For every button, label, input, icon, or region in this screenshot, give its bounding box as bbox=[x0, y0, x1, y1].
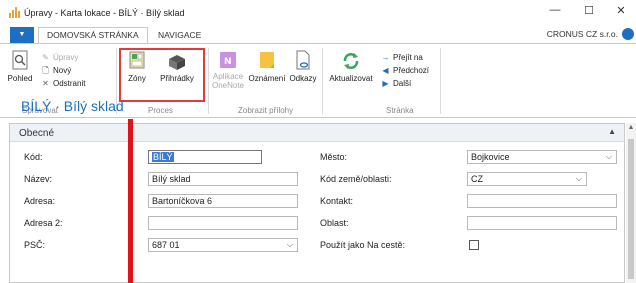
fasttab-header[interactable]: Obecné ▲ bbox=[10, 124, 624, 142]
tab-home[interactable]: DOMOVSKÁ STRÁNKA bbox=[38, 27, 148, 43]
pencil-icon: ✎ bbox=[42, 53, 49, 62]
group-label-page: Stránka bbox=[386, 106, 414, 115]
notes-button[interactable]: Oznámení bbox=[248, 50, 286, 83]
postcode-value: 687 01 bbox=[152, 240, 180, 250]
group-label-process: Proces bbox=[148, 106, 173, 115]
scroll-up-icon[interactable]: ▲ bbox=[626, 124, 636, 131]
chevron-down-icon[interactable]: ⌵ bbox=[576, 174, 582, 184]
view-button[interactable]: Pohled bbox=[6, 50, 34, 83]
goto-button[interactable]: → Přejít na bbox=[380, 52, 423, 63]
chevron-down-icon[interactable]: ⌵ bbox=[606, 152, 612, 162]
link-icon bbox=[296, 50, 310, 70]
goto-arrow-icon: → bbox=[381, 53, 390, 62]
ribbon-tab-bar: ▼ DOMOVSKÁ STRÁNKA NAVIGACE CRONUS CZ s.… bbox=[0, 27, 636, 43]
name-label: Název: bbox=[24, 174, 53, 184]
previous-button[interactable]: ◀ Předchozí bbox=[380, 65, 429, 76]
vertical-scrollbar[interactable]: ▲ bbox=[626, 123, 636, 283]
links-button[interactable]: Odkazy bbox=[287, 50, 319, 83]
next-arrow-icon: ▶ bbox=[382, 79, 389, 88]
note-icon bbox=[260, 52, 274, 68]
onenote-icon: N bbox=[220, 52, 236, 68]
address2-label: Adresa 2: bbox=[24, 218, 63, 228]
highlight-box bbox=[119, 48, 205, 102]
contact-label: Kontakt: bbox=[320, 196, 354, 206]
group-divider bbox=[322, 48, 323, 114]
maximize-button[interactable]: ☐ bbox=[581, 4, 597, 17]
collapse-icon[interactable]: ▲ bbox=[608, 127, 616, 136]
country-value: CZ bbox=[471, 174, 483, 184]
address2-input[interactable] bbox=[148, 216, 298, 230]
postcode-label: PSČ: bbox=[24, 240, 46, 250]
city-label: Město: bbox=[320, 152, 348, 162]
postcode-select[interactable]: 687 01 ⌵ bbox=[148, 238, 298, 252]
contact-input[interactable] bbox=[467, 194, 617, 208]
company-name[interactable]: CRONUS CZ s.r.o. bbox=[547, 29, 618, 39]
region-label: Oblast: bbox=[320, 218, 349, 228]
delete-button[interactable]: ✕ Odstranit bbox=[40, 78, 85, 89]
refresh-icon bbox=[343, 53, 359, 69]
address-input[interactable]: Bartoníčkova 6 bbox=[148, 194, 298, 208]
city-select[interactable]: Bojkovice ⌵ bbox=[467, 150, 617, 164]
country-label: Kód země/oblasti: bbox=[320, 174, 392, 184]
onenote-button[interactable]: N Aplikace OneNote bbox=[210, 50, 246, 90]
fasttab-title: Obecné bbox=[19, 128, 55, 139]
in-transit-checkbox[interactable] bbox=[469, 240, 479, 250]
code-label: Kód: bbox=[24, 152, 43, 162]
code-value: BÍLÝ bbox=[152, 152, 174, 162]
view-page-icon bbox=[12, 50, 28, 70]
address-label: Adresa: bbox=[24, 196, 56, 206]
name-input[interactable]: Bílý sklad bbox=[148, 172, 298, 186]
edit-button[interactable]: ✎ Úpravy bbox=[40, 52, 78, 63]
new-document-icon: 🗋 bbox=[42, 66, 49, 75]
previous-arrow-icon: ◀ bbox=[382, 66, 389, 75]
svg-text:N: N bbox=[224, 57, 232, 67]
next-button[interactable]: ▶ Další bbox=[380, 78, 411, 89]
chevron-down-icon[interactable]: ⌵ bbox=[287, 240, 293, 250]
scroll-thumb[interactable] bbox=[628, 139, 634, 279]
application-menu-button[interactable]: ▼ bbox=[10, 27, 34, 43]
city-value: Bojkovice bbox=[471, 152, 510, 162]
group-label-attachments: Zobrazit přílohy bbox=[238, 106, 294, 115]
group-divider bbox=[208, 48, 209, 114]
page-title: BÍLÝ · Bílý sklad bbox=[21, 98, 124, 114]
new-button[interactable]: 🗋 Nový bbox=[40, 65, 71, 76]
refresh-button[interactable]: Aktualizovat bbox=[327, 50, 375, 83]
country-select[interactable]: CZ ⌵ bbox=[467, 172, 587, 186]
annotation-marker-line bbox=[128, 119, 133, 283]
title-bar: Úpravy - Karta lokace - BÍLÝ · Bílý skla… bbox=[0, 0, 636, 25]
delete-icon: ✕ bbox=[42, 79, 49, 88]
window-title: Úpravy - Karta lokace - BÍLÝ · Bílý skla… bbox=[24, 8, 185, 18]
code-input[interactable]: BÍLÝ bbox=[148, 150, 262, 164]
in-transit-label: Použít jako Na cestě: bbox=[320, 240, 406, 250]
close-button[interactable]: ✕ bbox=[613, 4, 629, 17]
tab-navigate[interactable]: NAVIGACE bbox=[150, 27, 209, 43]
app-logo-icon bbox=[9, 7, 20, 18]
group-divider bbox=[440, 48, 441, 114]
region-input[interactable] bbox=[467, 216, 617, 230]
help-icon[interactable] bbox=[622, 28, 634, 40]
minimize-button[interactable]: — bbox=[547, 4, 563, 16]
